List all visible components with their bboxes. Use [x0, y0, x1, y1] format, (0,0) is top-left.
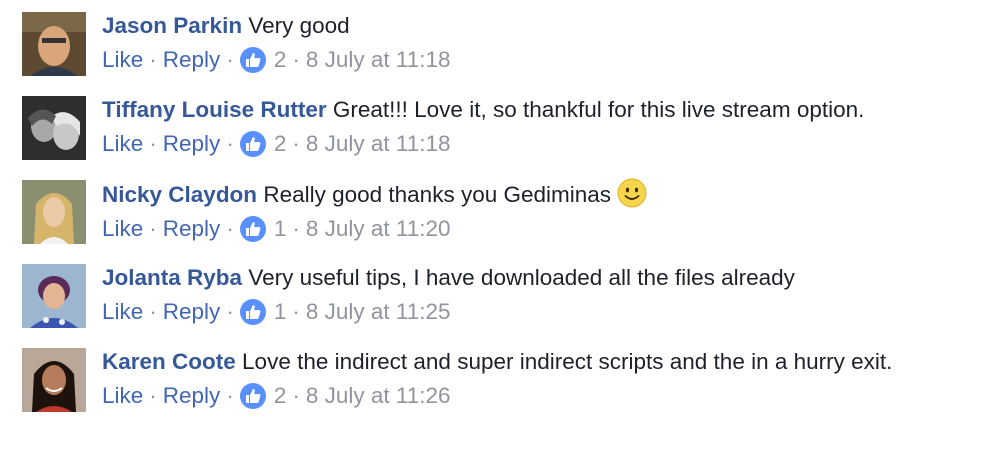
- comment-text-line: Karen Coote Love the indirect and super …: [102, 346, 922, 378]
- reply-link[interactable]: Reply: [163, 129, 221, 159]
- comment-body: Karen Coote Love the indirect and super …: [102, 346, 978, 411]
- comment-body: Jolanta Ryba Very useful tips, I have do…: [102, 262, 978, 327]
- comment-text-line: Jason Parkin Very good: [102, 10, 978, 42]
- comment-author[interactable]: Karen Coote: [102, 349, 236, 374]
- like-count[interactable]: 1: [274, 297, 287, 327]
- thumbs-up-icon[interactable]: [239, 131, 266, 157]
- avatar[interactable]: [22, 12, 86, 76]
- avatar[interactable]: [22, 264, 86, 328]
- comment-author[interactable]: Jason Parkin: [102, 13, 242, 38]
- comment-author[interactable]: Jolanta Ryba: [102, 265, 242, 290]
- separator: ·: [226, 131, 234, 156]
- reply-link[interactable]: Reply: [163, 381, 221, 411]
- comment-actions: Like · Reply · 1 · 8 July at 11:20: [102, 214, 978, 244]
- separator: ·: [292, 383, 300, 408]
- reply-link[interactable]: Reply: [163, 45, 221, 75]
- separator: ·: [226, 216, 234, 241]
- like-link[interactable]: Like: [102, 297, 143, 327]
- comment-actions: Like · Reply · 1 · 8 July at 11:25: [102, 297, 978, 327]
- comment-author[interactable]: Nicky Claydon: [102, 182, 257, 207]
- separator: ·: [149, 131, 157, 156]
- comment-timestamp[interactable]: 8 July at 11:25: [306, 297, 451, 327]
- separator: ·: [149, 299, 157, 324]
- comment-text: Very good: [248, 13, 350, 38]
- like-link[interactable]: Like: [102, 214, 143, 244]
- separator: ·: [292, 131, 300, 156]
- comment-body: Jason Parkin Very good Like · Reply · 2 …: [102, 10, 978, 75]
- comment-author[interactable]: Tiffany Louise Rutter: [102, 97, 327, 122]
- like-count[interactable]: 1: [274, 214, 287, 244]
- thumbs-up-icon[interactable]: [239, 47, 266, 73]
- separator: ·: [226, 47, 234, 72]
- like-link[interactable]: Like: [102, 45, 143, 75]
- thumbs-up-icon[interactable]: [239, 299, 266, 325]
- separator: ·: [149, 216, 157, 241]
- avatar[interactable]: [22, 180, 86, 244]
- avatar[interactable]: [22, 96, 86, 160]
- reply-link[interactable]: Reply: [163, 297, 221, 327]
- comment-timestamp[interactable]: 8 July at 11:26: [306, 381, 451, 411]
- comment-text-line: Nicky Claydon Really good thanks you Ged…: [102, 178, 978, 211]
- reply-link[interactable]: Reply: [163, 214, 221, 244]
- comment-text: Very useful tips, I have downloaded all …: [248, 265, 795, 290]
- comment-text-line: Tiffany Louise Rutter Great!!! Love it, …: [102, 94, 978, 126]
- thumbs-up-icon[interactable]: [239, 383, 266, 409]
- comment-body: Tiffany Louise Rutter Great!!! Love it, …: [102, 94, 978, 159]
- comment-body: Nicky Claydon Really good thanks you Ged…: [102, 178, 978, 244]
- comment-actions: Like · Reply · 2 · 8 July at 11:26: [102, 381, 978, 411]
- comment-timestamp[interactable]: 8 July at 11:18: [306, 45, 451, 75]
- thumbs-up-icon[interactable]: [239, 216, 266, 242]
- separator: ·: [292, 299, 300, 324]
- separator: ·: [149, 47, 157, 72]
- comment-actions: Like · Reply · 2 · 8 July at 11:18: [102, 45, 978, 75]
- avatar[interactable]: [22, 348, 86, 412]
- comment-timestamp[interactable]: 8 July at 11:18: [306, 129, 451, 159]
- comment-actions: Like · Reply · 2 · 8 July at 11:18: [102, 129, 978, 159]
- separator: ·: [226, 299, 234, 324]
- comment-text: Love the indirect and super indirect scr…: [242, 349, 893, 374]
- like-count[interactable]: 2: [274, 381, 287, 411]
- like-link[interactable]: Like: [102, 381, 143, 411]
- comment-text: Great!!! Love it, so thankful for this l…: [332, 97, 865, 122]
- separator: ·: [226, 383, 234, 408]
- smiling-face-emoji-icon: [617, 178, 647, 208]
- separator: ·: [292, 47, 300, 72]
- like-count[interactable]: 2: [274, 45, 287, 75]
- like-count[interactable]: 2: [274, 129, 287, 159]
- separator: ·: [292, 216, 300, 241]
- comment-text-line: Jolanta Ryba Very useful tips, I have do…: [102, 262, 978, 294]
- separator: ·: [149, 383, 157, 408]
- comment-text: Really good thanks you Gediminas: [263, 182, 612, 207]
- like-link[interactable]: Like: [102, 129, 143, 159]
- comment-timestamp[interactable]: 8 July at 11:20: [306, 214, 451, 244]
